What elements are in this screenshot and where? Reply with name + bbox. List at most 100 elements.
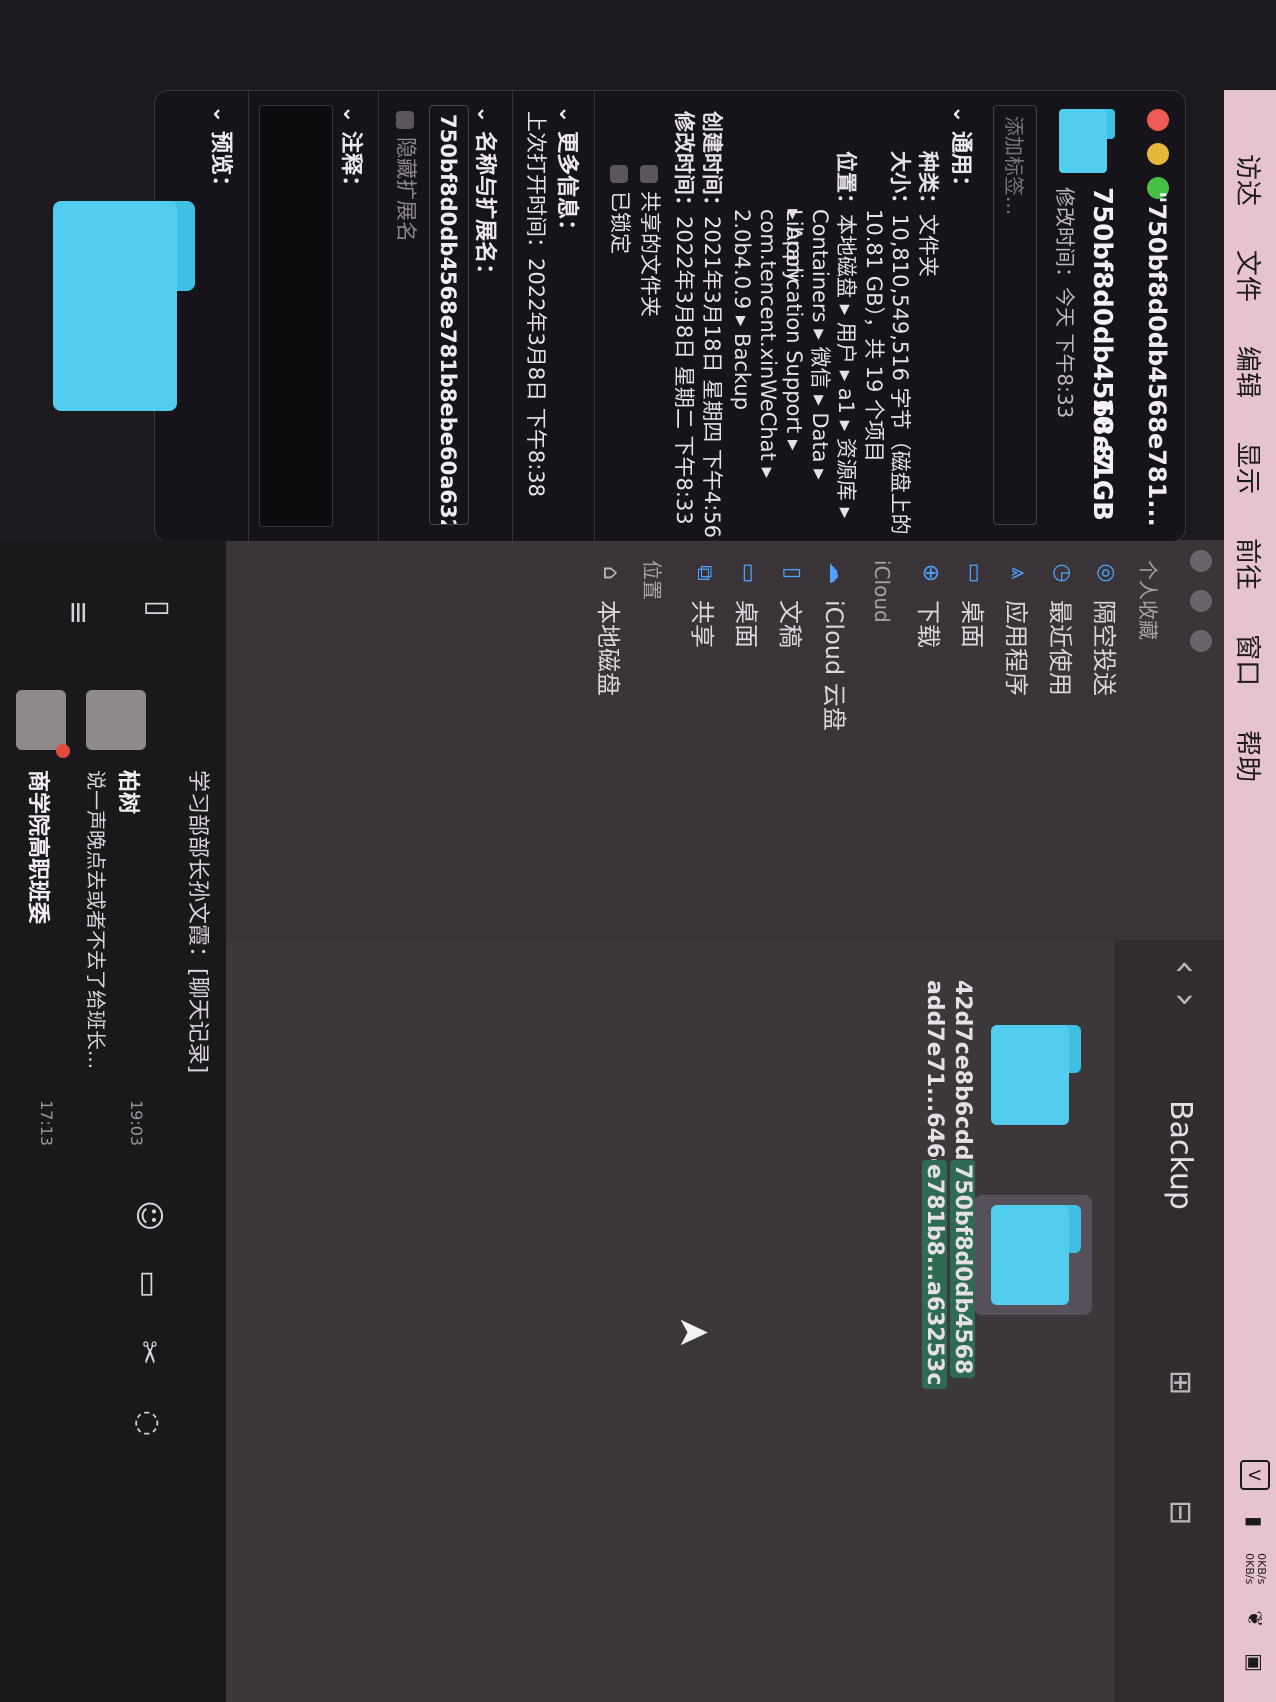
clock-icon: ◷ — [1050, 563, 1075, 583]
menu-go[interactable]: 前往 — [1232, 538, 1269, 590]
sidebar-item-icloud-drive[interactable]: ☁ iCloud 云盘 — [819, 560, 854, 731]
network-speed: 0KB/s 0KB/s — [1243, 1553, 1268, 1585]
get-info-panel: "750bf8d0db4568e781... 750bf8d0db4568e7.… — [53, 90, 1186, 542]
chevron-down-icon: ⌄ — [948, 105, 973, 132]
minimize-button[interactable] — [1147, 143, 1169, 165]
desktop-icon: ▭ — [962, 562, 987, 584]
sidebar-section-icloud: iCloud — [870, 560, 894, 623]
chat-preview[interactable]: 学习部部长孙文霞：[聊天记录] — [184, 770, 216, 1073]
net-up: 0KB/s — [1255, 1553, 1268, 1585]
vpn-icon[interactable]: V — [1240, 1460, 1270, 1491]
finder-sidebar: 个人收藏 ◎ 隔空投送 ◷ 最近使用 ⩓ 应用程序 ▭ 桌面 ⊕ 下载 iClo… — [164, 540, 1224, 940]
sidebar-item-label: 隔空投送 — [1090, 600, 1118, 696]
shared-folder-checkbox[interactable]: 共享的文件夹 — [637, 165, 663, 317]
sidebar-section-locations: 位置 — [640, 560, 664, 600]
sidebar-item-icloud-desktop[interactable]: ▭ 桌面 — [731, 560, 766, 648]
sidebar-item-label: 桌面 — [732, 600, 760, 648]
scissors-icon[interactable]: ✂ — [131, 1340, 166, 1365]
preview-folder-icon — [53, 201, 195, 411]
grid-view-icon[interactable]: ⊞ — [1163, 1370, 1198, 1395]
menu-file[interactable]: 文件 — [1232, 250, 1269, 302]
folder-label[interactable]: 42d7ce8b6cdd51 add7e71...646ea9 — [920, 980, 976, 1203]
locked-checkbox[interactable]: 已锁定 — [607, 165, 633, 254]
kind-label: 种类： — [916, 151, 940, 214]
item-modified: 修改时间：今天 下午8:33 — [1053, 187, 1077, 419]
sidebar-window-controls — [1190, 550, 1212, 652]
divider — [594, 91, 595, 541]
forward-icon[interactable]: › — [1165, 992, 1206, 1024]
section-more-info[interactable]: ⌄ 更多信息： — [553, 105, 585, 241]
window-controls — [1147, 109, 1169, 199]
desktop-icon: ▭ — [736, 562, 761, 584]
document-icon: ▯ — [780, 566, 805, 580]
section-name-extension-label: 名称与扩展名： — [472, 131, 497, 286]
menu-view[interactable]: 显示 — [1232, 442, 1269, 494]
folder-icon[interactable] — [991, 1025, 1081, 1125]
divider — [248, 91, 249, 541]
section-general-label: 通用： — [948, 131, 973, 198]
folder-icon[interactable]: ▭ — [131, 1270, 166, 1298]
folder-label-line1: 42d7ce8b6cdd51 — [950, 980, 975, 1192]
emoji-icon[interactable]: ☺ — [131, 1200, 166, 1231]
sidebar-item-downloads[interactable]: ⊕ 下载 — [913, 560, 948, 648]
folder-icon[interactable] — [991, 1205, 1081, 1305]
kind-value: 文件夹 — [916, 214, 940, 277]
back-icon[interactable]: ‹ — [1165, 960, 1206, 992]
sidebar-item-applications[interactable]: ⩓ 应用程序 — [1001, 560, 1036, 696]
close-dot[interactable] — [1190, 550, 1212, 572]
menu-finder[interactable]: 访达 — [1232, 154, 1269, 206]
sidebar-item-label: 下载 — [914, 600, 942, 648]
chat-bubble-icon[interactable]: ◌ — [131, 1410, 166, 1436]
size-label: 大小： — [888, 151, 912, 214]
group-view-icon[interactable]: ⊟ — [1163, 1500, 1198, 1525]
modified-value: 2022年3月8日 星期二 下午8:33 — [672, 216, 696, 525]
section-name-extension[interactable]: ⌄ 名称与扩展名： — [471, 105, 503, 285]
where-line: 2.0b4.0.9 ▸ Backup — [730, 209, 754, 411]
name-field[interactable]: 750bf8d0db4568e781b8ebe60a6325: — [429, 105, 469, 525]
shared-folder-label: 共享的文件夹 — [638, 191, 662, 317]
section-general[interactable]: ⌄ 通用： — [947, 105, 979, 197]
where-line: com.tencent.xinWeChat ▸ — [756, 209, 780, 478]
sidebar-item-documents[interactable]: ▯ 文稿 — [775, 560, 810, 648]
chat-name[interactable]: 柏树 — [114, 770, 146, 814]
sidebar-item-local-disk[interactable]: ⌂ 本地磁盘 — [593, 560, 628, 696]
photo-stage: 访达 文件 编辑 显示 前往 窗口 帮助 V ▮ 0KB/s 0KB/s ❦ ▣… — [0, 0, 1276, 1702]
cloud-icon: ☁ — [824, 562, 849, 584]
zoom-dot[interactable] — [1190, 630, 1212, 652]
hide-extension-checkbox[interactable]: 隐藏扩展名 — [393, 111, 419, 242]
minimize-dot[interactable] — [1190, 590, 1212, 612]
sidebar-item-recents[interactable]: ◷ 最近使用 — [1045, 560, 1080, 696]
close-button[interactable] — [1147, 109, 1169, 131]
section-preview[interactable]: ⌄ 预览： — [207, 105, 239, 197]
menu-help[interactable]: 帮助 — [1232, 730, 1269, 782]
menu-window[interactable]: 窗口 — [1232, 634, 1269, 686]
checkbox[interactable] — [610, 165, 628, 183]
comments-input[interactable] — [259, 105, 333, 527]
checkbox[interactable] — [396, 111, 414, 129]
tags-input[interactable]: 添加标签... — [993, 105, 1037, 525]
size-row: 大小：10,810,549,516 字节（磁盘上的 — [887, 151, 913, 535]
phone-icon[interactable]: ▯ — [141, 600, 176, 617]
sidebar-item-shared[interactable]: ⧉ 共享 — [687, 560, 722, 648]
divider — [378, 91, 379, 541]
screen-icon[interactable]: ▣ — [1243, 1653, 1267, 1672]
leaf-icon[interactable]: ❦ — [1243, 1610, 1267, 1627]
chat-preview[interactable]: 说一声晚点去或者不去了给班长... — [83, 770, 112, 1069]
menu-edit[interactable]: 编辑 — [1232, 346, 1269, 398]
section-comments[interactable]: ⌄ 注释： — [337, 105, 369, 197]
sidebar-item-airdrop[interactable]: ◎ 隔空投送 — [1089, 560, 1124, 696]
item-size: 10.81GB — [1087, 397, 1117, 521]
chat-name[interactable]: 商学院高职班委 — [24, 770, 56, 924]
sidebar-item-label: 文稿 — [776, 600, 804, 648]
net-down: 0KB/s — [1243, 1553, 1256, 1585]
section-more-info-label: 更多信息： — [554, 131, 579, 242]
shared-icon: ⧉ — [692, 565, 717, 581]
checkbox[interactable] — [640, 165, 658, 183]
sidebar-item-label: 应用程序 — [1002, 600, 1030, 696]
sidebar-item-desktop[interactable]: ▭ 桌面 — [957, 560, 992, 648]
modified-row: 修改时间：2022年3月8日 星期二 下午8:33 — [671, 111, 697, 525]
sidebar-item-label: 最近使用 — [1046, 600, 1074, 696]
menu-icon[interactable]: ≡ — [61, 600, 96, 625]
bag-icon[interactable]: ▮ — [1243, 1516, 1267, 1527]
folder-label-selected[interactable]: 750bf8d0db4568 e781b8...a63253c — [920, 1160, 976, 1390]
